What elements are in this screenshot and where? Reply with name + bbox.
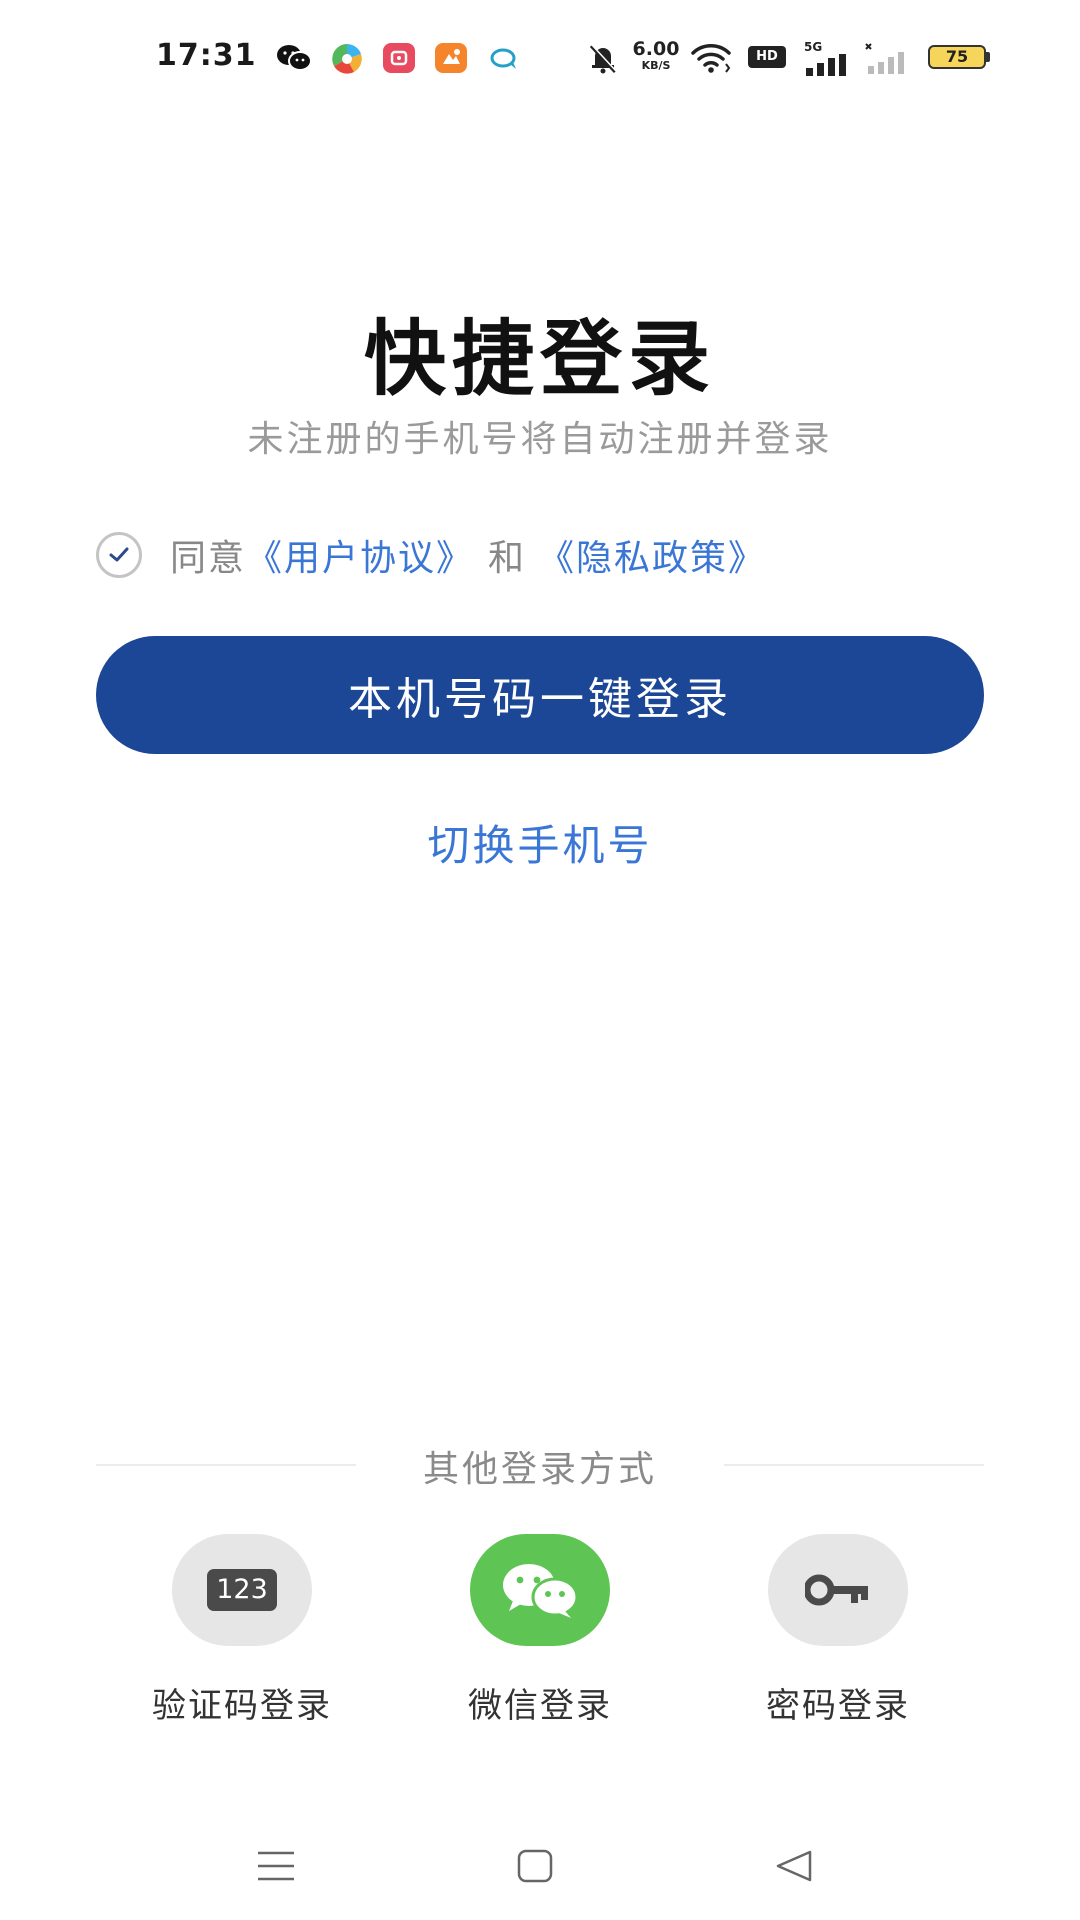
agreement-checkbox[interactable] — [96, 532, 142, 578]
check-icon — [109, 547, 129, 562]
code-123-icon: 123 — [207, 1569, 277, 1611]
menu-icon[interactable] — [256, 1848, 296, 1884]
sms-code-login-button[interactable]: 123 验证码登录 — [122, 1534, 362, 1727]
orange-app-icon — [435, 43, 467, 73]
one-click-login-button[interactable]: 本机号码一键登录 — [96, 636, 984, 754]
password-login-button[interactable]: 密码登录 — [718, 1534, 958, 1727]
login-screen: 17:31 6.00 KB/S HD 5G 75 快捷登录 未注册的手机号将自动… — [0, 0, 1080, 1920]
back-icon[interactable] — [774, 1848, 814, 1884]
wifi-icon — [691, 44, 731, 73]
wechat-login-button[interactable]: 微信登录 — [420, 1534, 660, 1727]
home-icon[interactable] — [516, 1848, 554, 1884]
battery-icon: 75 — [928, 45, 986, 69]
hd-icon: HD — [748, 46, 786, 68]
status-bar: 17:31 6.00 KB/S HD 5G 75 — [0, 0, 1080, 120]
signal-weak-icon — [865, 43, 904, 74]
sms-code-icon-circle: 123 — [172, 1534, 312, 1646]
agree-prefix: 同意 — [170, 538, 247, 579]
wechat-icon — [277, 45, 312, 71]
wechat-login-label: 微信登录 — [468, 1686, 612, 1726]
agreement-row: 同意 《用户协议》 和 《隐私政策》 — [96, 530, 766, 580]
user-agreement-link[interactable]: 《用户协议》 — [246, 529, 474, 581]
wechat-icon — [503, 1564, 579, 1618]
agree-and-text: 和 — [488, 538, 525, 579]
battery-tip — [986, 52, 990, 62]
status-time: 17:31 — [156, 38, 257, 73]
pinwheel-app-icon — [332, 44, 362, 74]
sms-code-login-label: 验证码登录 — [152, 1686, 332, 1726]
other-login-label: 其他登录方式 — [422, 1449, 657, 1490]
privacy-policy-link[interactable]: 《隐私政策》 — [538, 529, 766, 581]
mute-bell-icon — [589, 44, 617, 74]
password-login-label: 密码登录 — [766, 1686, 910, 1726]
page-subtitle: 未注册的手机号将自动注册并登录 — [247, 419, 833, 460]
wechat-icon-circle — [470, 1534, 610, 1646]
key-icon — [805, 1574, 868, 1606]
red-app-icon — [383, 43, 415, 73]
password-icon-circle — [768, 1534, 908, 1646]
page-title: 快捷登录 — [363, 312, 716, 407]
network-speed: 6.00 KB/S — [632, 38, 680, 72]
net-type-label: 5G — [804, 40, 823, 54]
switch-phone-link[interactable]: 切换手机号 — [0, 812, 1080, 873]
signal-5g-icon — [806, 54, 846, 76]
cloud-chat-icon — [490, 48, 516, 69]
